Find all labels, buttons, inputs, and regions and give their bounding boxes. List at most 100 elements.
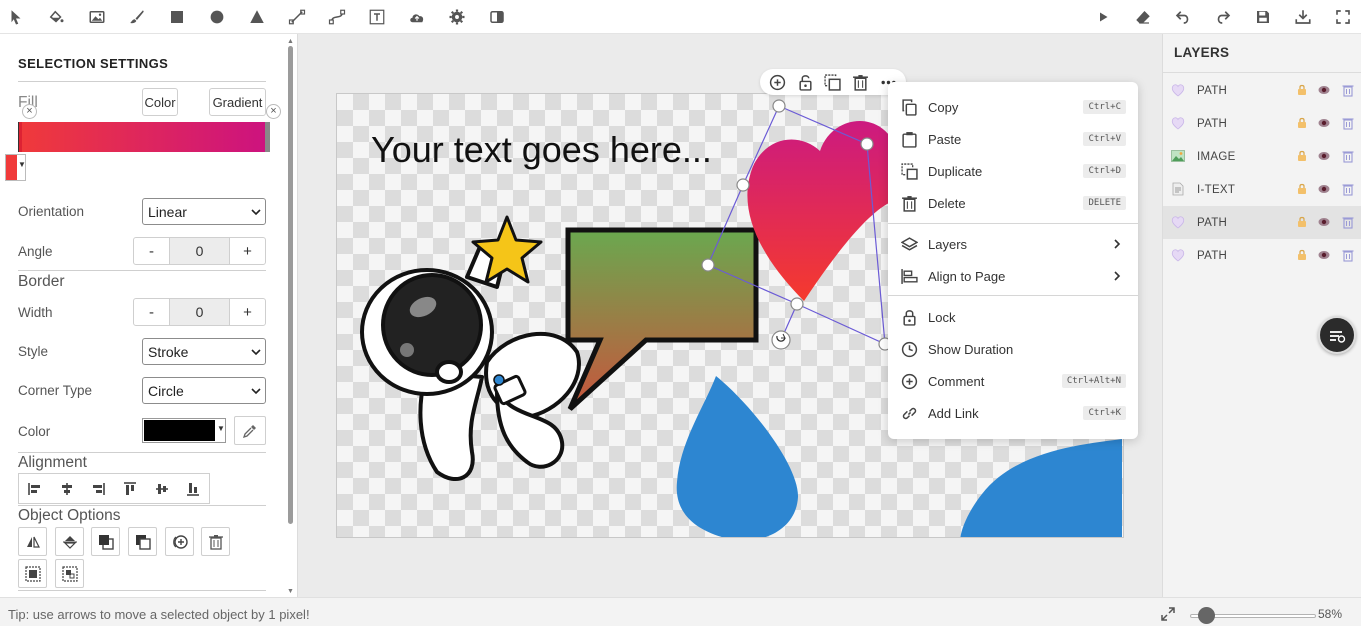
eye-icon[interactable] <box>1318 117 1330 129</box>
gradient-end-stop[interactable] <box>265 122 270 152</box>
menu-item-add-link[interactable]: Add Link Ctrl+K <box>888 398 1138 428</box>
undo-icon[interactable] <box>1171 5 1195 29</box>
angle-value[interactable]: 0 <box>169 238 230 264</box>
zoom-slider-thumb[interactable] <box>1197 607 1215 624</box>
trash-icon[interactable] <box>1341 83 1355 97</box>
lock-icon[interactable] <box>1296 150 1308 162</box>
angle-decrement-button[interactable]: - <box>134 238 169 264</box>
trash-icon[interactable] <box>1341 116 1355 130</box>
menu-item-align-to-page[interactable]: Align to Page <box>888 261 1138 291</box>
add-comment-icon[interactable] <box>767 71 789 93</box>
lock-icon[interactable] <box>1296 183 1308 195</box>
remove-stop-right-icon[interactable]: × <box>266 104 281 119</box>
eye-icon[interactable] <box>1318 84 1330 96</box>
rotate-handle[interactable] <box>771 330 791 350</box>
left-panel-scrollbar[interactable]: ▲ ▼ <box>286 38 294 595</box>
menu-item-paste[interactable]: Paste Ctrl+V <box>888 124 1138 154</box>
save-icon[interactable] <box>1251 5 1275 29</box>
corner-type-select[interactable]: Circle <box>142 377 266 404</box>
layer-row[interactable]: I-TEXT <box>1163 173 1361 206</box>
floating-menu-button[interactable] <box>1318 316 1356 354</box>
line-icon[interactable] <box>285 5 309 29</box>
menu-item-layers[interactable]: Layers <box>888 229 1138 259</box>
lock-icon[interactable] <box>1296 249 1308 261</box>
group-button[interactable] <box>18 559 47 588</box>
layer-row-selected[interactable]: PATH <box>1163 206 1361 239</box>
eyedropper-button[interactable] <box>234 416 266 445</box>
layer-row[interactable]: PATH <box>1163 107 1361 140</box>
trash-icon[interactable] <box>1341 182 1355 196</box>
layer-row[interactable]: PATH <box>1163 239 1361 272</box>
menu-item-duplicate[interactable]: Duplicate Ctrl+D <box>888 156 1138 186</box>
angle-increment-button[interactable]: + <box>230 238 265 264</box>
fullscreen-icon[interactable] <box>1331 5 1355 29</box>
theme-icon[interactable] <box>485 5 509 29</box>
image-icon[interactable] <box>85 5 109 29</box>
flip-horizontal-button[interactable] <box>18 527 47 556</box>
circle-icon[interactable] <box>205 5 229 29</box>
trash-icon[interactable] <box>1341 248 1355 262</box>
resize-handle-bottom[interactable] <box>790 297 804 311</box>
lock-icon[interactable] <box>1296 216 1308 228</box>
menu-item-show-duration[interactable]: Show Duration <box>888 334 1138 364</box>
menu-item-comment[interactable]: Comment Ctrl+Alt+N <box>888 366 1138 396</box>
gradient-bar[interactable] <box>18 122 270 152</box>
flip-vertical-button[interactable] <box>55 527 84 556</box>
eye-icon[interactable] <box>1318 249 1330 261</box>
eye-icon[interactable] <box>1318 150 1330 162</box>
delete-object-button[interactable] <box>201 527 230 556</box>
align-bottom-icon[interactable] <box>177 474 209 503</box>
trash-icon[interactable] <box>1341 215 1355 229</box>
fit-screen-icon[interactable] <box>1160 606 1176 622</box>
stop-color-picker[interactable]: ▼ <box>5 154 26 181</box>
play-icon[interactable] <box>1091 5 1115 29</box>
fill-icon[interactable] <box>44 5 68 29</box>
lock-icon[interactable] <box>1296 117 1308 129</box>
menu-item-lock[interactable]: Lock <box>888 302 1138 332</box>
lock-icon[interactable] <box>1296 84 1308 96</box>
resize-handle-left[interactable] <box>736 178 750 192</box>
redo-icon[interactable] <box>1211 5 1235 29</box>
path-icon[interactable] <box>325 5 349 29</box>
duplicate-object-button[interactable] <box>165 527 194 556</box>
eye-icon[interactable] <box>1318 183 1330 195</box>
layer-row[interactable]: IMAGE <box>1163 140 1361 173</box>
align-right-icon[interactable] <box>82 474 114 503</box>
fill-color-button[interactable]: Color <box>142 88 178 116</box>
eye-icon[interactable] <box>1318 216 1330 228</box>
fill-gradient-button[interactable]: Gradient <box>209 88 266 116</box>
scrollbar-thumb[interactable] <box>288 46 293 524</box>
layer-row[interactable]: PATH <box>1163 74 1361 107</box>
upload-icon[interactable] <box>405 5 429 29</box>
border-width-value[interactable]: 0 <box>169 299 230 325</box>
brush-icon[interactable] <box>125 5 149 29</box>
scroll-up-icon[interactable]: ▲ <box>287 38 294 45</box>
duplicate-icon[interactable] <box>822 71 844 93</box>
menu-item-delete[interactable]: Delete DELETE <box>888 188 1138 218</box>
rectangle-icon[interactable] <box>165 5 189 29</box>
orientation-select[interactable]: Linear <box>142 198 266 225</box>
resize-handle-top-right[interactable] <box>860 137 874 151</box>
send-backward-button[interactable] <box>128 527 157 556</box>
trash-icon[interactable] <box>850 71 872 93</box>
download-icon[interactable] <box>1291 5 1315 29</box>
select-icon[interactable] <box>4 5 28 29</box>
resize-handle-bottom-left[interactable] <box>701 258 715 272</box>
text-icon[interactable] <box>365 5 389 29</box>
border-color-picker[interactable]: ▼ <box>142 418 226 443</box>
align-center-icon[interactable] <box>51 474 83 503</box>
settings-icon[interactable] <box>445 5 469 29</box>
remove-stop-left-icon[interactable]: × <box>22 104 37 119</box>
border-width-increment-button[interactable]: + <box>230 299 265 325</box>
triangle-icon[interactable] <box>245 5 269 29</box>
scroll-down-icon[interactable]: ▼ <box>287 588 294 595</box>
align-left-icon[interactable] <box>19 474 51 503</box>
align-top-icon[interactable] <box>114 474 146 503</box>
align-middle-icon[interactable] <box>146 474 178 503</box>
trash-icon[interactable] <box>1341 149 1355 163</box>
menu-item-copy[interactable]: Copy Ctrl+C <box>888 92 1138 122</box>
gradient-start-stop[interactable] <box>18 122 22 152</box>
border-width-decrement-button[interactable]: - <box>134 299 169 325</box>
border-style-select[interactable]: Stroke <box>142 338 266 365</box>
ungroup-button[interactable] <box>55 559 84 588</box>
